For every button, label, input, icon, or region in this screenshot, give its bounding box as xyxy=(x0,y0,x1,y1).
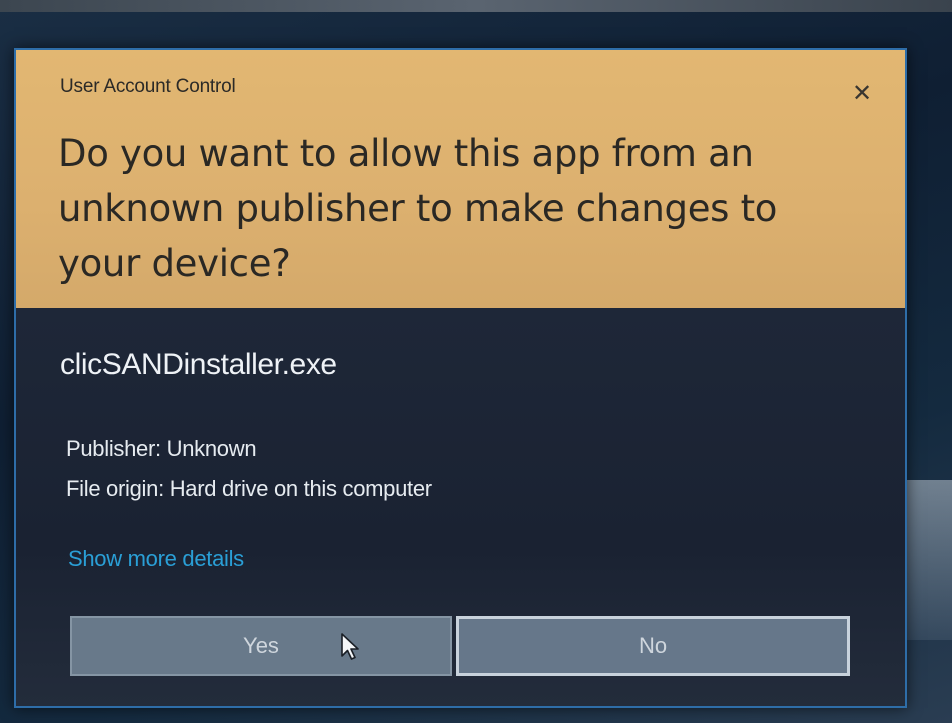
dialog-header: User Account Control ✕ Do you want to al… xyxy=(16,50,905,308)
dialog-question: Do you want to allow this app from an un… xyxy=(58,132,778,285)
publisher-info: Publisher: Unknown xyxy=(66,436,257,461)
show-more-details-link[interactable]: Show more details xyxy=(68,546,244,572)
file-origin-info: File origin: Hard drive on this computer xyxy=(66,476,432,501)
background-bezel xyxy=(0,0,952,12)
no-button[interactable]: No xyxy=(456,616,850,676)
yes-button[interactable]: Yes xyxy=(70,616,452,676)
dialog-body: clicSANDinstaller.exe Publisher: Unknown… xyxy=(16,308,905,706)
mouse-cursor-icon xyxy=(341,633,359,660)
dialog-caption: User Account Control xyxy=(60,76,236,97)
app-name: clicSANDinstaller.exe xyxy=(60,348,337,381)
screen: User Account Control ✕ Do you want to al… xyxy=(0,0,952,723)
close-icon[interactable]: ✕ xyxy=(849,80,875,106)
uac-dialog: User Account Control ✕ Do you want to al… xyxy=(14,48,907,708)
